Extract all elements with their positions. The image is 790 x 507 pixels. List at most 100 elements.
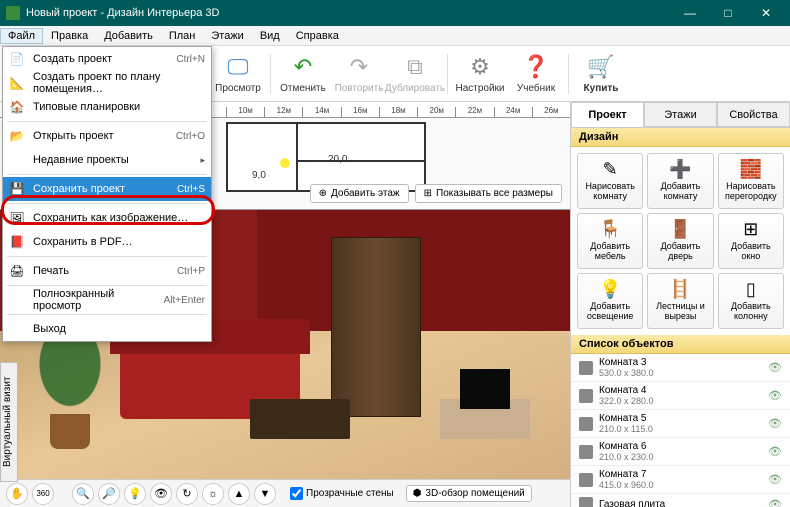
pdf-icon: 📕 xyxy=(9,234,25,250)
plus-icon: ⊕ xyxy=(319,188,327,199)
light-icon[interactable]: ☼ xyxy=(202,483,224,505)
menu-help[interactable]: Справка xyxy=(288,28,347,44)
eye-icon[interactable]: 👁 xyxy=(768,498,782,507)
duplicate-icon: ⧉ xyxy=(401,53,429,81)
menu-recent-projects[interactable]: Недавние проекты▸ xyxy=(3,148,211,172)
stairs-tool[interactable]: 🪜Лестницы и вырезы xyxy=(647,273,713,329)
chevron-right-icon: ▸ xyxy=(200,155,205,166)
menu-file[interactable]: Файл xyxy=(0,28,43,44)
wardrobe-object[interactable] xyxy=(331,237,421,417)
virtual-visit-tab[interactable]: Виртуальный визит xyxy=(0,362,18,482)
eye-icon[interactable]: 👁 xyxy=(768,389,782,402)
add-window-tool[interactable]: ⊞Добавить окно xyxy=(718,213,784,269)
list-item[interactable]: Газовая плита👁 xyxy=(571,494,790,507)
player-marker[interactable] xyxy=(280,158,290,168)
draw-room-tool[interactable]: ✎Нарисовать комнату xyxy=(577,153,643,209)
file-menu-dropdown: 📄Создать проектCtrl+N 📐Создать проект по… xyxy=(2,46,212,342)
menu-save-image[interactable]: 🖼Сохранить как изображение… xyxy=(3,206,211,230)
height-down[interactable]: ▼ xyxy=(254,483,276,505)
cube-icon xyxy=(579,497,593,507)
list-item[interactable]: Комната 3530.0 x 380.0👁 xyxy=(571,354,790,382)
hand-tool[interactable]: ✋ xyxy=(6,483,28,505)
menu-exit[interactable]: Выход xyxy=(3,317,211,341)
bulb-icon[interactable]: 💡 xyxy=(124,483,146,505)
redo-button[interactable]: ↷Повторить xyxy=(331,48,387,100)
menu-new-from-plan[interactable]: 📐Создать проект по плану помещения… xyxy=(3,71,211,95)
add-door-tool[interactable]: 🚪Добавить дверь xyxy=(647,213,713,269)
add-furniture-tool[interactable]: 🪑Добавить мебель xyxy=(577,213,643,269)
menu-fullscreen[interactable]: Полноэкранный просмотрAlt+Enter xyxy=(3,288,211,312)
reset-icon[interactable]: ↻ xyxy=(176,483,198,505)
floorplan[interactable]: 9,0 20,0 xyxy=(226,122,426,192)
list-item[interactable]: Комната 5210.0 x 115.0👁 xyxy=(571,410,790,438)
menu-edit[interactable]: Правка xyxy=(43,28,96,44)
dim-label: 9,0 xyxy=(252,170,266,181)
tab-project[interactable]: Проект xyxy=(571,102,644,127)
show-dims-button[interactable]: ⊞Показывать все размеры xyxy=(415,184,562,203)
chair-icon: 🪑 xyxy=(599,220,621,240)
cube-icon: ⬢ xyxy=(413,488,422,499)
add-column-tool[interactable]: ▯Добавить колонну xyxy=(718,273,784,329)
redo-icon: ↷ xyxy=(345,53,373,81)
add-floor-button[interactable]: ⊕Добавить этаж xyxy=(310,184,409,203)
list-item[interactable]: Комната 4322.0 x 280.0👁 xyxy=(571,382,790,410)
eye-icon[interactable]: 👁 xyxy=(768,473,782,486)
menu-new-project[interactable]: 📄Создать проектCtrl+N xyxy=(3,47,211,71)
menu-floors[interactable]: Этажи xyxy=(203,28,251,44)
eye-icon[interactable]: 👁 xyxy=(768,445,782,458)
duplicate-button[interactable]: ⧉Дублировать xyxy=(387,48,443,100)
menu-save-pdf[interactable]: 📕Сохранить в PDF… xyxy=(3,230,211,254)
objects-header: Список объектов xyxy=(571,335,790,354)
undo-button[interactable]: ↶Отменить xyxy=(275,48,331,100)
menu-plan[interactable]: План xyxy=(161,28,204,44)
cube-icon xyxy=(579,361,593,375)
zoom-in[interactable]: 🔍 xyxy=(72,483,94,505)
stairs-icon: 🪜 xyxy=(669,280,691,300)
menu-view[interactable]: Вид xyxy=(252,28,288,44)
add-room-tool[interactable]: ➕Добавить комнату xyxy=(647,153,713,209)
settings-button[interactable]: ⚙Настройки xyxy=(452,48,508,100)
buy-button[interactable]: 🛒Купить xyxy=(573,48,629,100)
menubar: Файл Правка Добавить План Этажи Вид Спра… xyxy=(0,26,790,46)
menu-add[interactable]: Добавить xyxy=(96,28,161,44)
cube-icon xyxy=(579,445,593,459)
tab-props[interactable]: Свойства xyxy=(717,102,790,127)
transparent-walls-checkbox[interactable]: Прозрачные стены xyxy=(290,487,394,500)
save-icon: 💾 xyxy=(9,181,25,197)
tv-object[interactable] xyxy=(460,369,510,409)
tab-floors[interactable]: Этажи xyxy=(644,102,717,127)
add-light-tool[interactable]: 💡Добавить освещение xyxy=(577,273,643,329)
menu-save-project[interactable]: 💾Сохранить проектCtrl+S xyxy=(3,177,211,201)
print-icon: 🖨 xyxy=(9,263,25,279)
tutorial-button[interactable]: ❓Учебник xyxy=(508,48,564,100)
eye-icon[interactable]: 👁 xyxy=(768,361,782,374)
window-title: Новый проект - Дизайн Интерьера 3D xyxy=(26,7,672,19)
coffee-table-object[interactable] xyxy=(250,399,350,439)
view-button[interactable]: 🖵Просмотр xyxy=(210,48,266,100)
titlebar: Новый проект - Дизайн Интерьера 3D — □ ✕ xyxy=(0,0,790,26)
eye-icon[interactable]: 👁 xyxy=(150,483,172,505)
menu-templates[interactable]: 🏠Типовые планировки xyxy=(3,95,211,119)
gear-icon: ⚙ xyxy=(466,53,494,81)
eye-icon[interactable]: 👁 xyxy=(768,417,782,430)
draw-wall-tool[interactable]: 🧱Нарисовать перегородку xyxy=(718,153,784,209)
undo-icon: ↶ xyxy=(289,53,317,81)
monitor-icon: 🖵 xyxy=(224,53,252,81)
close-button[interactable]: ✕ xyxy=(748,0,784,26)
maximize-button[interactable]: □ xyxy=(710,0,746,26)
list-item[interactable]: Комната 6210.0 x 230.0👁 xyxy=(571,438,790,466)
window-icon: ⊞ xyxy=(743,220,758,240)
minimize-button[interactable]: — xyxy=(672,0,708,26)
height-up[interactable]: ▲ xyxy=(228,483,250,505)
zoom-out[interactable]: 🔎 xyxy=(98,483,120,505)
add-room-icon: ➕ xyxy=(669,160,691,180)
list-item[interactable]: Комната 7415.0 x 960.0👁 xyxy=(571,466,790,494)
cube-icon xyxy=(579,473,593,487)
3d-overview-button[interactable]: ⬢3D-обзор помещений xyxy=(406,485,532,502)
menu-print[interactable]: 🖨ПечатьCtrl+P xyxy=(3,259,211,283)
image-icon: 🖼 xyxy=(9,210,25,226)
door-icon: 🚪 xyxy=(669,220,691,240)
cart-icon: 🛒 xyxy=(587,53,615,81)
rotate-360[interactable]: 360 xyxy=(32,483,54,505)
menu-open-project[interactable]: 📂Открыть проектCtrl+O xyxy=(3,124,211,148)
